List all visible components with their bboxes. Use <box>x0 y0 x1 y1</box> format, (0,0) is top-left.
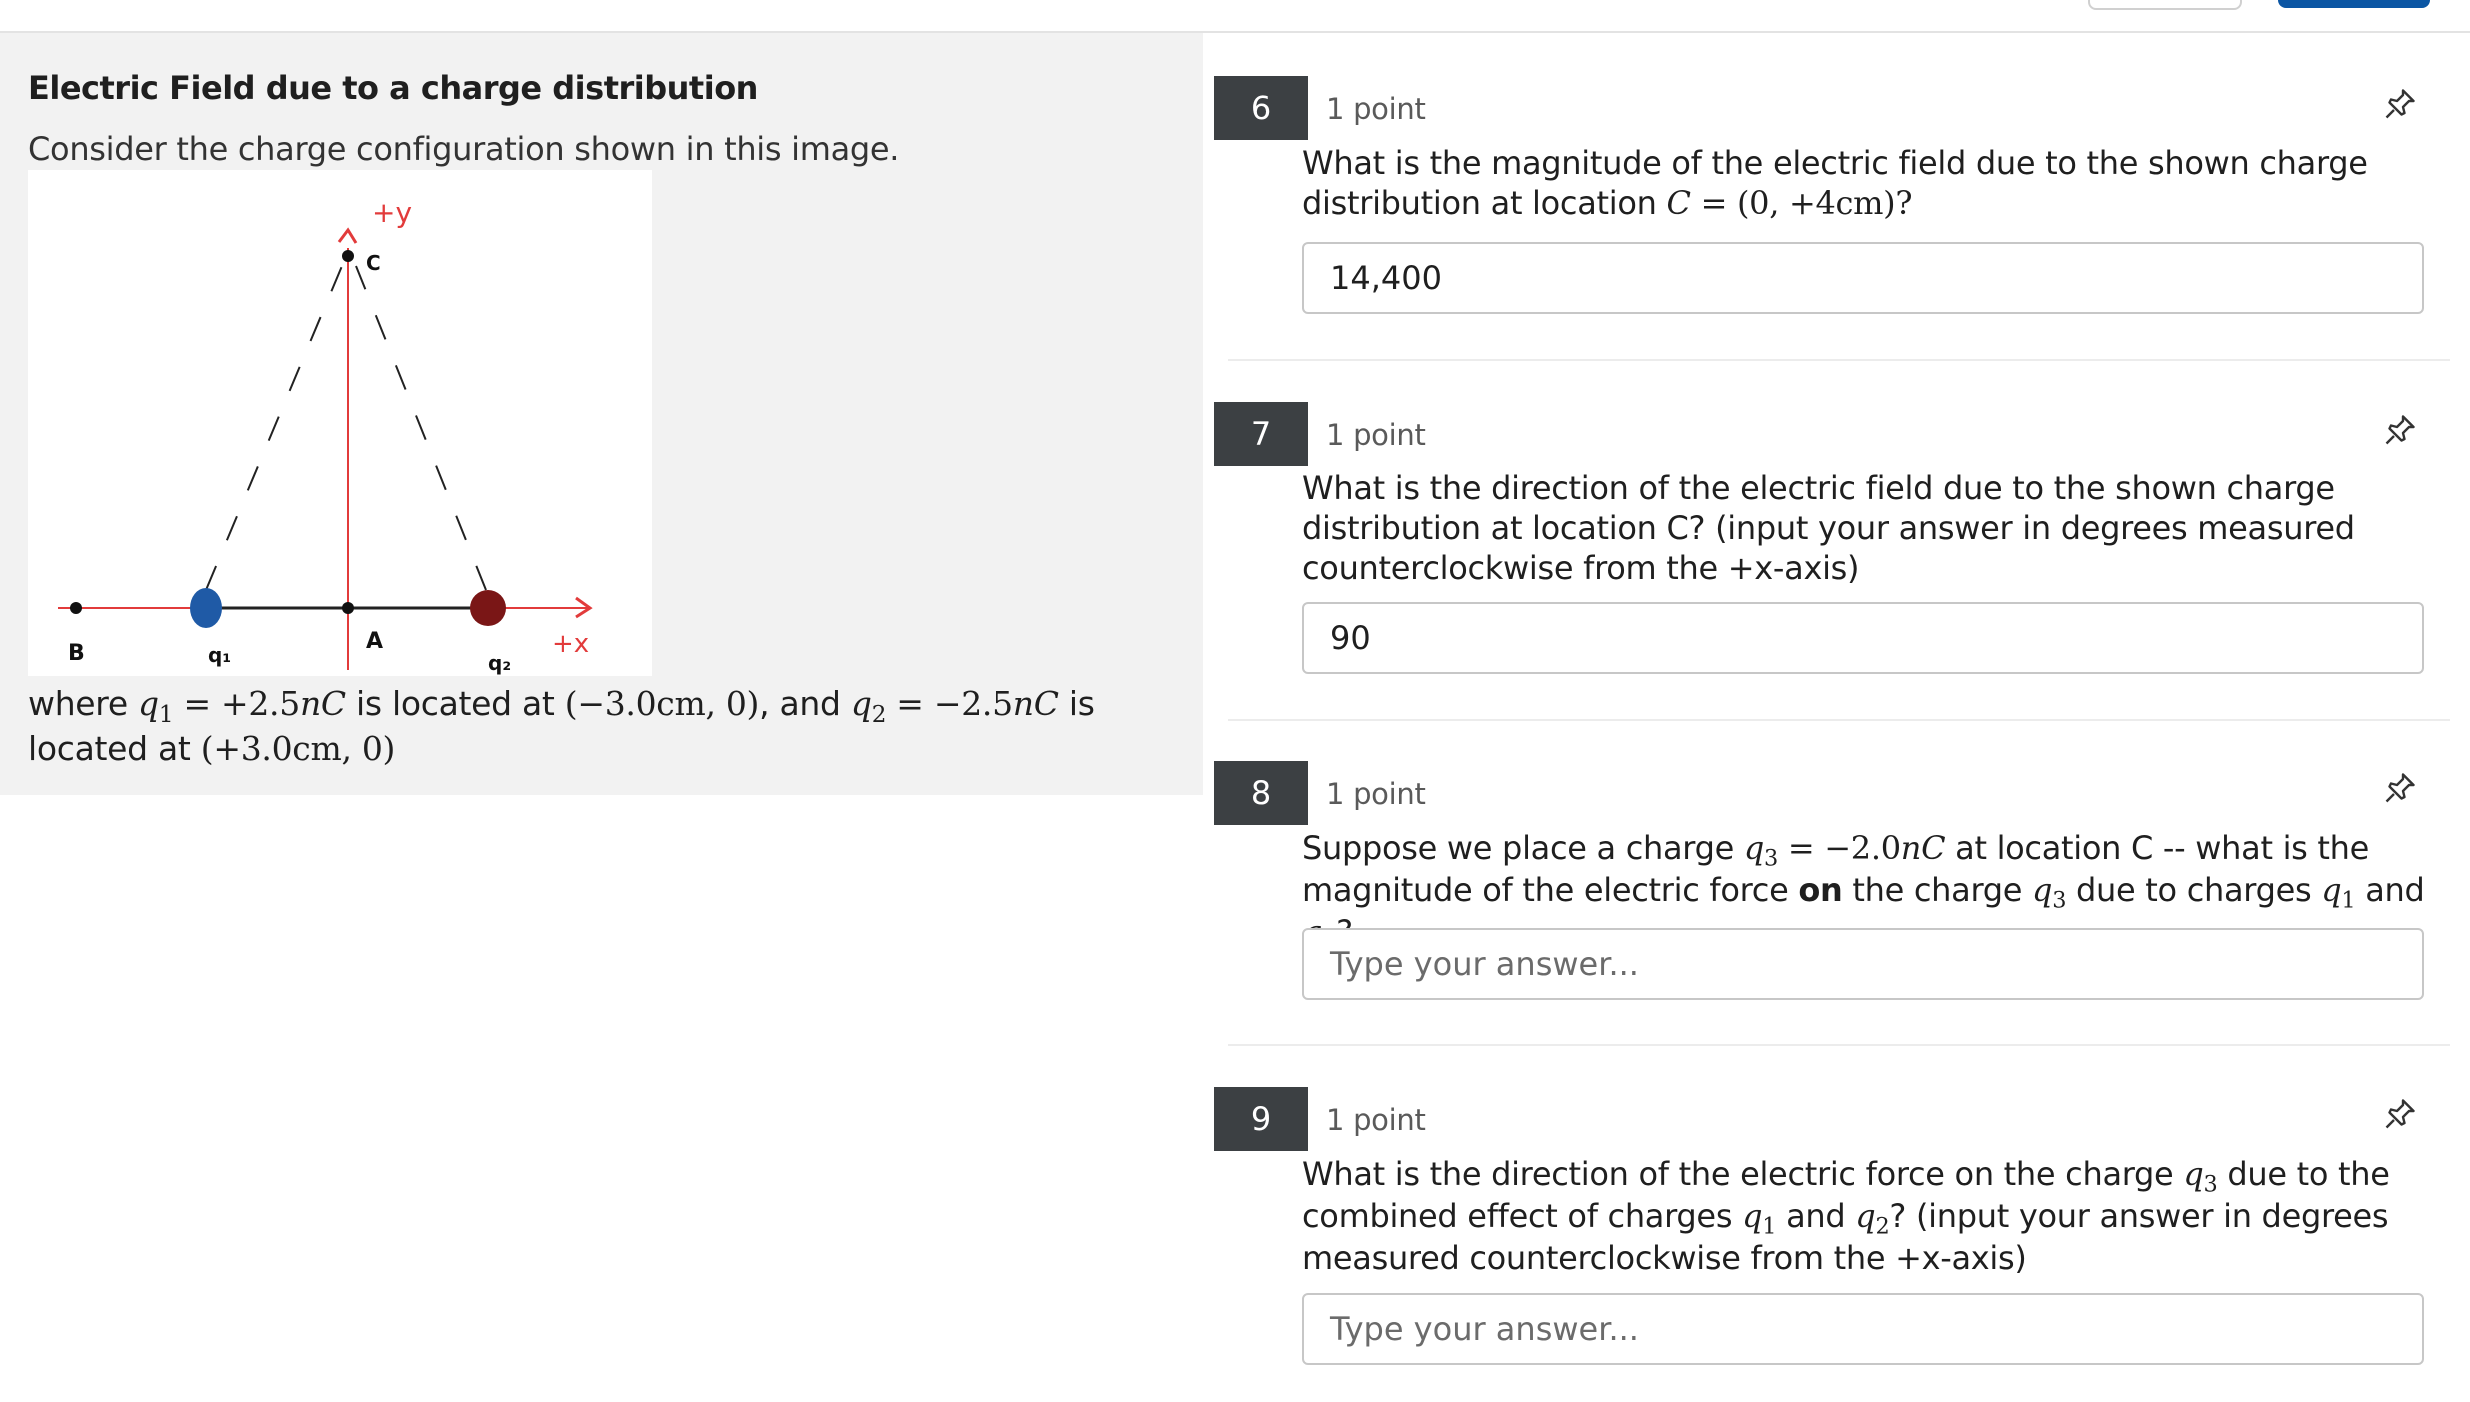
answer-input[interactable]: Type your answer... <box>1302 1293 2424 1365</box>
y-axis-label: +y <box>372 196 412 229</box>
q1-unit: nC <box>299 684 346 723</box>
q3-subscript: 3 <box>1764 845 1778 872</box>
q2-symbol: q <box>1855 1197 1876 1235</box>
question-text: What is the direction of the electric fi… <box>1302 469 2355 587</box>
context-title: Electric Field due to a charge distribut… <box>28 69 758 107</box>
question-text-part: the charge <box>1842 871 2033 909</box>
dashed-line-q2-c <box>355 265 487 591</box>
point-b <box>70 602 82 614</box>
answer-input[interactable]: Type your answer... <box>1302 928 2424 1000</box>
charge-configuration-figure: +y C A B q₁ q₂ +x <box>28 170 652 676</box>
q2-symbol: q <box>850 684 872 723</box>
desc-text: , and <box>759 684 851 723</box>
context-intro: Consider the charge configuration shown … <box>28 130 900 168</box>
question-text-part: What is the direction of the electric fo… <box>1302 1155 2184 1193</box>
question-number-badge: 6 <box>1214 76 1308 140</box>
q1-subscript: 1 <box>158 701 174 728</box>
q2-location: (+3.0cm, 0) <box>200 729 396 768</box>
location-coordinates: = (0, +4cm)? <box>1690 184 1913 222</box>
question-text-part: and <box>2355 871 2425 909</box>
dashed-line-q1-c <box>205 265 343 591</box>
question-text-part: and <box>1776 1197 1856 1235</box>
question-text: What is the direction of the electric fo… <box>1302 1153 2432 1279</box>
q1-symbol: q <box>1742 1197 1763 1235</box>
charge-description: where q1 = +2.5nC is located at (−3.0cm,… <box>28 681 1178 771</box>
point-c-label: C <box>366 251 381 275</box>
question-points: 1 point <box>1326 777 1426 811</box>
question-text-part: Suppose we place a charge <box>1302 829 1744 867</box>
point-c <box>342 250 354 262</box>
x-axis-label: +x <box>552 629 589 659</box>
q3-symbol: q <box>2183 1155 2204 1193</box>
pin-icon[interactable] <box>2382 86 2418 122</box>
answer-input[interactable]: 14,400 <box>1302 242 2424 314</box>
point-b-label: B <box>68 641 85 666</box>
point-a-label: A <box>366 629 383 654</box>
question-divider <box>1228 719 2450 721</box>
question-number-badge: 8 <box>1214 761 1308 825</box>
charge-q1 <box>190 588 222 628</box>
question-points: 1 point <box>1326 92 1426 126</box>
q2-value: = −2.5 <box>886 684 1013 723</box>
desc-text: is located at <box>345 684 565 723</box>
question-text: What is the magnitude of the electric fi… <box>1302 143 2432 223</box>
q1-location: (−3.0cm, 0) <box>564 684 760 723</box>
answer-input[interactable]: 90 <box>1302 602 2424 674</box>
charge-diagram: +y C A B q₁ q₂ +x <box>58 196 593 675</box>
charge-q2 <box>470 590 506 626</box>
q1-subscript: 1 <box>1762 1213 1777 1240</box>
q1-symbol: q <box>2321 871 2342 909</box>
question-text-part: due to charges <box>2066 871 2322 909</box>
question-divider <box>1228 1044 2450 1046</box>
question-number-badge: 7 <box>1214 402 1308 466</box>
q3-subscript: 3 <box>2052 887 2067 914</box>
q3-symbol: q <box>1743 829 1765 867</box>
pin-icon[interactable] <box>2382 770 2418 806</box>
question-points: 1 point <box>1326 418 1426 452</box>
q3-value: = −2.0 <box>1778 829 1901 867</box>
primary-button[interactable] <box>2278 0 2430 8</box>
question-points: 1 point <box>1326 1103 1426 1137</box>
q3-symbol: q <box>2032 871 2053 909</box>
q3-subscript: 3 <box>2203 1171 2218 1198</box>
emphasis-text: on <box>1798 871 1843 909</box>
q1-symbol: q <box>138 684 159 723</box>
question-context-panel: Electric Field due to a charge distribut… <box>0 33 1203 795</box>
q2-label: q₂ <box>488 651 511 675</box>
location-symbol: C <box>1666 184 1691 222</box>
desc-text: where <box>28 684 139 723</box>
q2-subscript: 2 <box>1875 1213 1890 1240</box>
q2-unit: nC <box>1012 684 1059 723</box>
y-axis-arrow <box>337 227 358 244</box>
pin-icon[interactable] <box>2382 412 2418 448</box>
q1-label: q₁ <box>208 643 231 667</box>
q2-subscript: 2 <box>871 701 887 728</box>
question-number-badge: 9 <box>1214 1087 1308 1151</box>
q3-unit: nC <box>1900 829 1946 867</box>
pin-icon[interactable] <box>2382 1096 2418 1132</box>
question-divider <box>1228 359 2450 361</box>
point-a <box>342 602 354 614</box>
secondary-button[interactable] <box>2088 0 2242 10</box>
top-bar <box>0 0 2470 33</box>
q1-subscript: 1 <box>2341 887 2356 914</box>
q1-value: = +2.5 <box>173 684 300 723</box>
